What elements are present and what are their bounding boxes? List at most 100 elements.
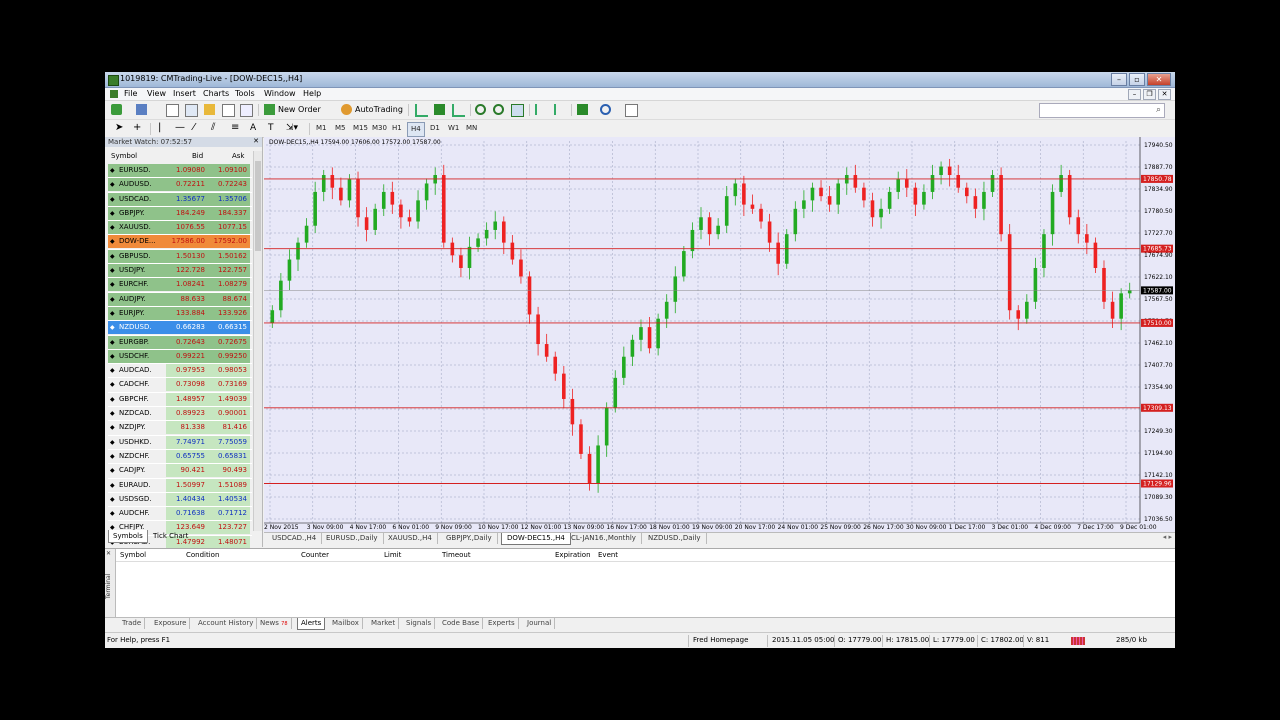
- candle-body[interactable]: [373, 208, 377, 230]
- col-bid[interactable]: Bid: [192, 150, 203, 162]
- candle-body[interactable]: [364, 217, 369, 230]
- menu-window[interactable]: Window: [264, 89, 296, 98]
- candle-body[interactable]: [673, 276, 678, 302]
- market-watch-row[interactable]: GBPUSD.1.501301.50162: [108, 249, 252, 265]
- candle-body[interactable]: [664, 301, 669, 319]
- market-watch-row[interactable]: GBPJPY.184.249184.337: [108, 206, 252, 222]
- candle-body[interactable]: [570, 398, 575, 425]
- candle-body[interactable]: [930, 175, 935, 192]
- candle-body[interactable]: [441, 175, 446, 243]
- candle-body[interactable]: [1110, 301, 1115, 319]
- candle-body[interactable]: [836, 183, 840, 205]
- connection-indicator-icon[interactable]: [1071, 637, 1085, 645]
- col-limit[interactable]: Limit: [384, 549, 401, 561]
- candle-body[interactable]: [1127, 290, 1132, 294]
- candle-body[interactable]: [879, 208, 883, 218]
- candle-body[interactable]: [476, 238, 480, 247]
- chart-tab[interactable]: XAUUSD.,H4: [383, 533, 438, 544]
- chart-window[interactable]: 17940.50 17887.70 17834.90 17780.50 17727.70…: [264, 137, 1175, 532]
- minimize-button[interactable]: –: [1111, 73, 1127, 86]
- new-chart-icon[interactable]: [111, 104, 122, 115]
- tab-tick-chart[interactable]: Tick Chart: [149, 530, 192, 542]
- zoom-out-icon[interactable]: [493, 104, 504, 115]
- candle-body[interactable]: [1033, 267, 1038, 302]
- market-watch-row[interactable]: USDSGD.1.404341.40534: [108, 492, 252, 508]
- candle-body[interactable]: [887, 191, 892, 209]
- tile-windows-icon[interactable]: [511, 104, 524, 117]
- candle-body[interactable]: [853, 175, 858, 188]
- data-window-icon[interactable]: [185, 104, 198, 117]
- fibonacci-icon[interactable]: ≡: [231, 121, 239, 135]
- mdi-close-button[interactable]: ✕: [1158, 89, 1171, 100]
- candle-body[interactable]: [304, 225, 309, 243]
- candle-body[interactable]: [965, 187, 969, 197]
- col-counter[interactable]: Counter: [301, 549, 329, 561]
- candle-body[interactable]: [501, 221, 506, 243]
- mdi-minimize-button[interactable]: –: [1128, 89, 1141, 100]
- candle-body[interactable]: [536, 314, 540, 345]
- market-watch-row[interactable]: AUDCAD.0.979530.98053: [108, 364, 252, 379]
- candle-body[interactable]: [296, 242, 300, 260]
- candle-body[interactable]: [639, 327, 643, 340]
- candle-body[interactable]: [913, 187, 918, 205]
- horizontal-line-icon[interactable]: —: [175, 121, 185, 135]
- templates-icon[interactable]: [625, 104, 638, 117]
- cursor-icon[interactable]: ➤: [115, 121, 123, 135]
- candle-body[interactable]: [287, 259, 292, 281]
- candle-body[interactable]: [587, 453, 592, 484]
- candle-body[interactable]: [767, 221, 772, 243]
- new-order-icon[interactable]: [264, 104, 275, 115]
- market-watch-row[interactable]: EURCHF.1.082411.08279: [108, 278, 252, 293]
- candle-body[interactable]: [553, 356, 558, 374]
- tab-signals[interactable]: Signals: [403, 618, 436, 629]
- timeframe-m15[interactable]: M15: [350, 122, 371, 135]
- candle-body[interactable]: [862, 187, 866, 201]
- candle-body[interactable]: [1067, 175, 1072, 218]
- market-watch-row[interactable]: EURUSD.1.090801.09100: [108, 164, 252, 179]
- candle-body[interactable]: [510, 242, 515, 260]
- market-watch-row[interactable]: NZDUSD.0.662830.66315: [108, 321, 252, 336]
- candle-body[interactable]: [596, 445, 600, 484]
- close-button[interactable]: ✕: [1147, 73, 1171, 86]
- market-watch-row[interactable]: DOW-DE...17586.0017592.00: [108, 235, 252, 250]
- tab-scroll-arrows[interactable]: ◂ ▸: [1163, 533, 1172, 541]
- candle-body[interactable]: [630, 339, 635, 357]
- candle-body[interactable]: [776, 242, 780, 264]
- indicators-icon[interactable]: [577, 104, 588, 115]
- chart-tab[interactable]: GBPJPY.,Daily: [441, 533, 498, 544]
- candle-body[interactable]: [381, 191, 386, 209]
- status-profile[interactable]: Fred Homepage: [693, 636, 748, 644]
- col-event[interactable]: Event: [598, 549, 618, 561]
- candle-body[interactable]: [270, 310, 275, 323]
- candle-body[interactable]: [544, 344, 549, 357]
- timeframe-m5[interactable]: M5: [332, 122, 349, 135]
- zoom-in-icon[interactable]: [475, 104, 486, 115]
- search-icon[interactable]: ⌕: [1156, 105, 1161, 115]
- candle-body[interactable]: [682, 251, 686, 277]
- candle-body[interactable]: [690, 229, 695, 252]
- candle-body[interactable]: [896, 179, 901, 192]
- market-watch-icon[interactable]: [166, 104, 179, 117]
- tab-mailbox[interactable]: Mailbox: [329, 618, 363, 629]
- market-watch-row[interactable]: EURGBP.0.726430.72675: [108, 335, 252, 350]
- candle-body[interactable]: [1042, 234, 1046, 268]
- candle-body[interactable]: [424, 183, 429, 201]
- candle-body[interactable]: [1085, 234, 1089, 243]
- market-watch-row[interactable]: EURJPY.133.884133.926: [108, 306, 252, 322]
- autotrading-button[interactable]: AutoTrading: [355, 103, 403, 117]
- timeframe-w1[interactable]: W1: [445, 122, 462, 135]
- candle-body[interactable]: [742, 183, 746, 205]
- candle-body[interactable]: [990, 175, 995, 192]
- candle-body[interactable]: [321, 175, 326, 192]
- market-watch-row[interactable]: AUDUSD.0.722110.72243: [108, 178, 252, 193]
- mdi-restore-button[interactable]: ❐: [1143, 89, 1156, 100]
- candle-body[interactable]: [947, 166, 952, 176]
- candle-body[interactable]: [707, 217, 712, 235]
- chart-shift-icon[interactable]: [535, 104, 548, 115]
- market-watch-row[interactable]: USDHKD.7.749717.75059: [108, 435, 252, 450]
- candle-body[interactable]: [1016, 310, 1021, 319]
- market-watch-row[interactable]: USDCHF.0.992210.99250: [108, 349, 252, 365]
- candle-body[interactable]: [390, 191, 395, 205]
- candle-body[interactable]: [827, 196, 832, 205]
- candle-body[interactable]: [973, 196, 978, 209]
